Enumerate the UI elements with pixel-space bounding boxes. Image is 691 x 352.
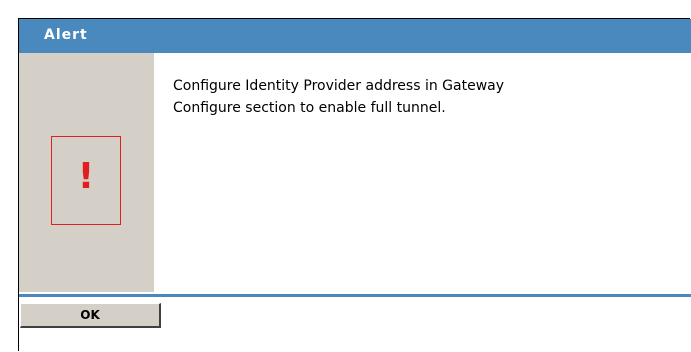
message-line: Configure section to enable full tunnel. — [173, 100, 446, 116]
alert-dialog: Alert ! Configure Identity Provider addr… — [18, 18, 691, 351]
ok-button[interactable]: OK — [20, 303, 161, 328]
alert-message: Configure Identity Provider address in G… — [173, 75, 673, 119]
dialog-titlebar: Alert — [19, 19, 691, 53]
message-line: Configure Identity Provider address in G… — [173, 78, 505, 94]
icon-panel: ! — [19, 53, 154, 292]
footer-divider — [19, 294, 691, 297]
exclamation-icon: ! — [51, 136, 121, 225]
dialog-title: Alert — [44, 27, 88, 43]
exclamation-glyph: ! — [77, 156, 95, 197]
